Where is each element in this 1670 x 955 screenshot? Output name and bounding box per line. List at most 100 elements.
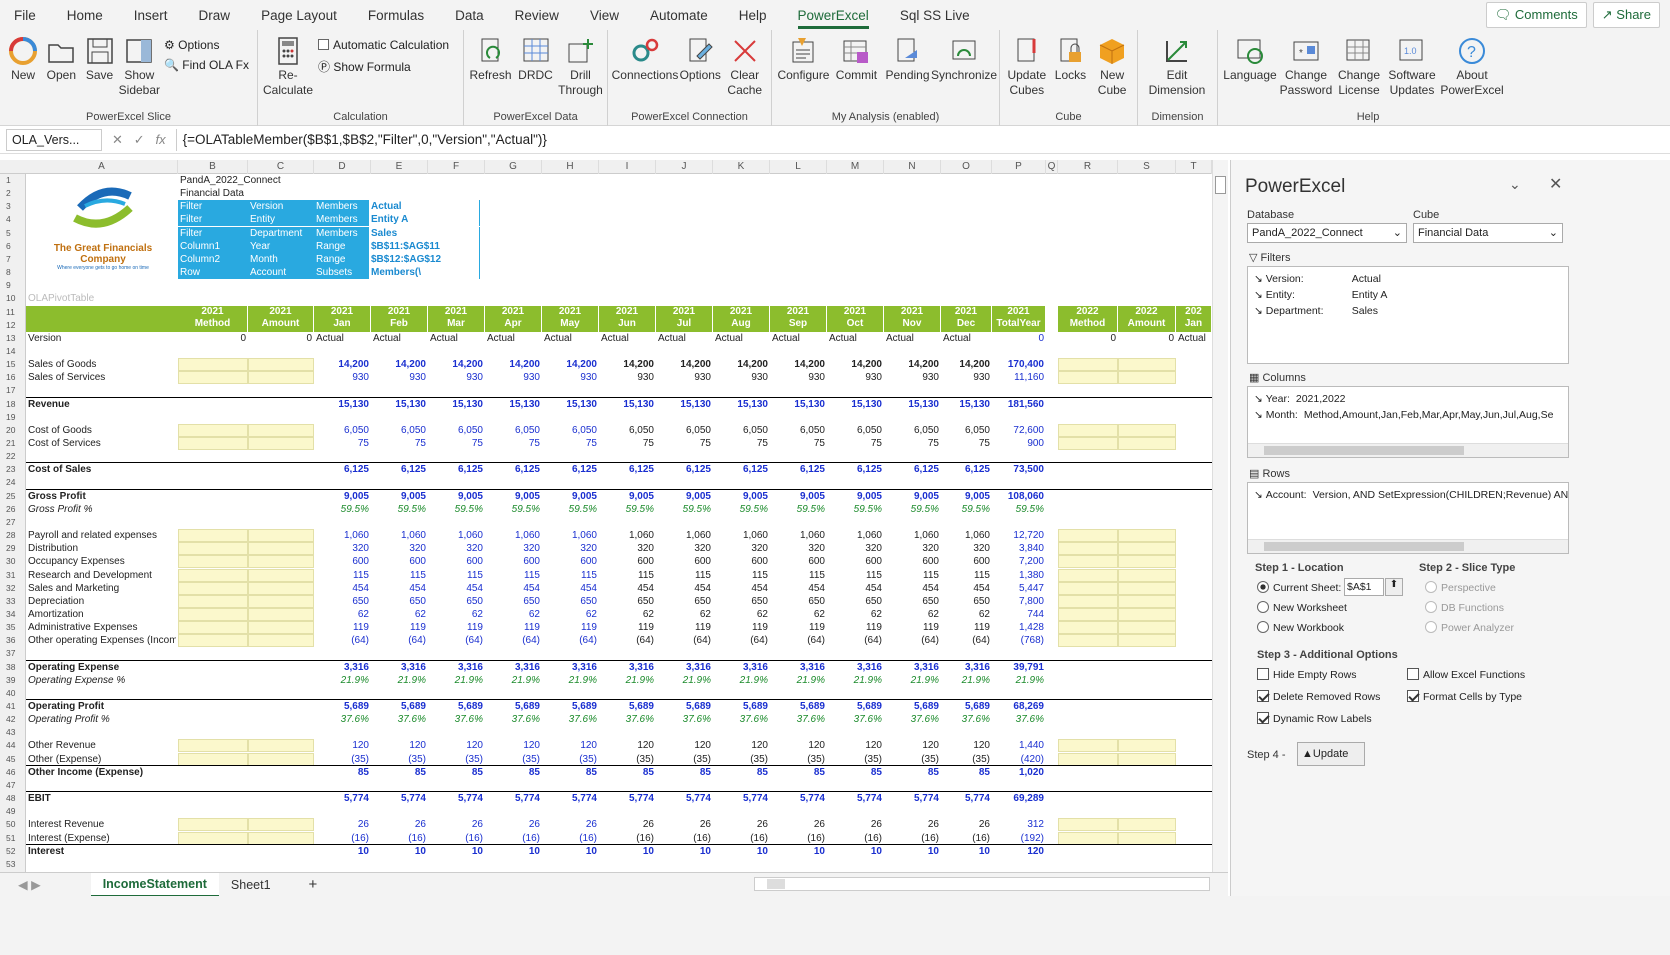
cell-value[interactable]: 9,005 bbox=[485, 490, 542, 503]
cell-value[interactable]: 320 bbox=[371, 542, 428, 555]
cell-value[interactable]: (64) bbox=[485, 634, 542, 647]
cell-value[interactable]: 320 bbox=[656, 542, 713, 555]
meta-type[interactable]: Filter bbox=[178, 213, 248, 227]
cell-value[interactable]: 6,050 bbox=[656, 424, 713, 437]
row-label[interactable]: Depreciation bbox=[26, 595, 176, 608]
row-label[interactable]: Interest (Expense) bbox=[26, 832, 176, 845]
cell-value[interactable]: 21.9% bbox=[314, 674, 371, 687]
cell-value[interactable]: 115 bbox=[485, 569, 542, 582]
cell-value[interactable]: 75 bbox=[371, 437, 428, 450]
cell-value[interactable]: 59.5% bbox=[371, 503, 428, 516]
cell-value[interactable]: 14,200 bbox=[827, 358, 884, 371]
cell-total[interactable]: 59.5% bbox=[992, 503, 1046, 516]
column-header-cell[interactable]: 2021 TotalYear bbox=[992, 305, 1045, 332]
cell-value[interactable]: 15,130 bbox=[314, 398, 371, 411]
input-cell[interactable] bbox=[248, 739, 314, 753]
menu-item-insert[interactable]: Insert bbox=[134, 8, 168, 23]
column-header-cell[interactable]: 2021 Apr bbox=[485, 305, 541, 332]
cell-value[interactable]: 3,316 bbox=[713, 661, 770, 674]
cell-value[interactable]: 14,200 bbox=[599, 358, 656, 371]
columns-item[interactable]: ↘ Month: Method,Amount,Jan,Feb,Mar,Apr,Ma… bbox=[1254, 409, 1553, 421]
tab-scroll-icon[interactable]: ◀ ▶ bbox=[6, 873, 53, 896]
cell-value[interactable]: 454 bbox=[428, 582, 485, 595]
row-number[interactable]: 5 bbox=[0, 227, 26, 240]
cell-value[interactable]: 120 bbox=[314, 739, 371, 752]
row-number[interactable]: 8 bbox=[0, 266, 26, 279]
cell-value[interactable]: 62 bbox=[371, 608, 428, 621]
input-cell[interactable] bbox=[248, 621, 314, 635]
meta-kind[interactable]: Subsets bbox=[314, 266, 368, 280]
cell-value[interactable]: (64) bbox=[428, 634, 485, 647]
cell-value[interactable]: 6,050 bbox=[884, 424, 941, 437]
meta-value[interactable]: Sales bbox=[368, 226, 480, 240]
input-cell[interactable] bbox=[1118, 634, 1176, 648]
horizontal-scrollbar[interactable] bbox=[754, 877, 1210, 891]
cell-value[interactable]: 454 bbox=[656, 582, 713, 595]
input-cell[interactable] bbox=[248, 607, 314, 621]
tab-incomestatement[interactable]: IncomeStatement bbox=[90, 872, 219, 897]
cell-value[interactable]: 62 bbox=[827, 608, 884, 621]
cell-value[interactable]: 37.6% bbox=[770, 713, 827, 726]
row-label[interactable]: Occupancy Expenses bbox=[26, 555, 176, 568]
cell-value[interactable]: Actual bbox=[485, 332, 542, 345]
add-sheet-icon[interactable]: + bbox=[297, 872, 330, 897]
cell-value[interactable]: 59.5% bbox=[599, 503, 656, 516]
cell-value[interactable]: (16) bbox=[599, 832, 656, 845]
cell-total[interactable]: 900 bbox=[992, 437, 1046, 450]
column-header[interactable]: C bbox=[248, 160, 314, 174]
menu-item-home[interactable]: Home bbox=[67, 8, 103, 23]
row-label[interactable]: Interest Revenue bbox=[26, 818, 176, 831]
meta-type[interactable]: Row bbox=[178, 266, 248, 280]
name-box[interactable]: OLA_Vers... bbox=[6, 128, 102, 151]
cell-value[interactable]: 119 bbox=[599, 621, 656, 634]
cell-value[interactable]: 26 bbox=[371, 818, 428, 831]
menu-item-help[interactable]: Help bbox=[739, 8, 767, 23]
column-header[interactable]: N bbox=[884, 160, 941, 174]
cell-value[interactable]: 10 bbox=[884, 845, 941, 858]
cell-total[interactable]: 1,440 bbox=[992, 739, 1046, 752]
cell-value[interactable]: 5,689 bbox=[371, 700, 428, 713]
cell-value[interactable]: 119 bbox=[884, 621, 941, 634]
meta-type[interactable]: Column1 bbox=[178, 239, 248, 253]
close-icon[interactable]: ✕ bbox=[1549, 174, 1562, 194]
input-cell[interactable] bbox=[1058, 594, 1118, 608]
row-label[interactable]: Cost of Goods bbox=[26, 424, 176, 437]
cell-value[interactable]: 600 bbox=[371, 555, 428, 568]
cell-value[interactable]: 6,125 bbox=[827, 463, 884, 476]
row-number[interactable]: 17 bbox=[0, 384, 26, 397]
row-label[interactable]: Interest bbox=[26, 845, 176, 858]
cell-value[interactable]: (16) bbox=[827, 832, 884, 845]
row-number[interactable]: 45 bbox=[0, 753, 26, 766]
cell-value[interactable]: 85 bbox=[941, 766, 992, 779]
cell-value[interactable]: 6,125 bbox=[371, 463, 428, 476]
cell-value[interactable]: 930 bbox=[884, 371, 941, 384]
power-analyzer-radio[interactable]: Power Analyzer bbox=[1425, 621, 1514, 634]
cell-value[interactable]: 0 bbox=[248, 332, 314, 345]
cell-value[interactable]: (35) bbox=[884, 753, 941, 766]
cube-select[interactable]: Financial Data ⌄ bbox=[1413, 223, 1563, 243]
cell-value[interactable]: 5,689 bbox=[428, 700, 485, 713]
columns-box[interactable]: ↘ Year: 2021,2022 ↘ Month: Method,Amount,Ja… bbox=[1247, 386, 1569, 458]
cell-total[interactable]: (768) bbox=[992, 634, 1046, 647]
row-label[interactable]: Other (Expense) bbox=[26, 753, 176, 766]
cell-value[interactable]: (16) bbox=[884, 832, 941, 845]
cell-value[interactable]: 75 bbox=[428, 437, 485, 450]
cell-value[interactable]: 5,689 bbox=[599, 700, 656, 713]
row-label[interactable]: Distribution bbox=[26, 542, 176, 555]
delete-removed-checkbox[interactable]: Delete Removed Rows bbox=[1257, 690, 1380, 703]
row-number[interactable]: 6 bbox=[0, 240, 26, 253]
cell-value[interactable]: 115 bbox=[656, 569, 713, 582]
cell-value[interactable]: (35) bbox=[371, 753, 428, 766]
column-header[interactable]: H bbox=[542, 160, 599, 174]
column-header-cell[interactable]: 2021 Method bbox=[178, 305, 247, 332]
cell-database-name[interactable]: PandA_2022_Connect bbox=[178, 174, 318, 187]
cell-value[interactable]: 3,316 bbox=[599, 661, 656, 674]
input-cell[interactable] bbox=[1058, 818, 1118, 832]
cell-total[interactable]: 1,380 bbox=[992, 569, 1046, 582]
row-number[interactable]: 29 bbox=[0, 542, 26, 555]
meta-dimension[interactable]: Entity bbox=[248, 213, 314, 227]
column-header-cell[interactable]: 2021 May bbox=[542, 305, 598, 332]
cell-value[interactable]: 14,200 bbox=[371, 358, 428, 371]
cell-value[interactable]: 14,200 bbox=[770, 358, 827, 371]
row-label[interactable]: Payroll and related expenses bbox=[26, 529, 176, 542]
